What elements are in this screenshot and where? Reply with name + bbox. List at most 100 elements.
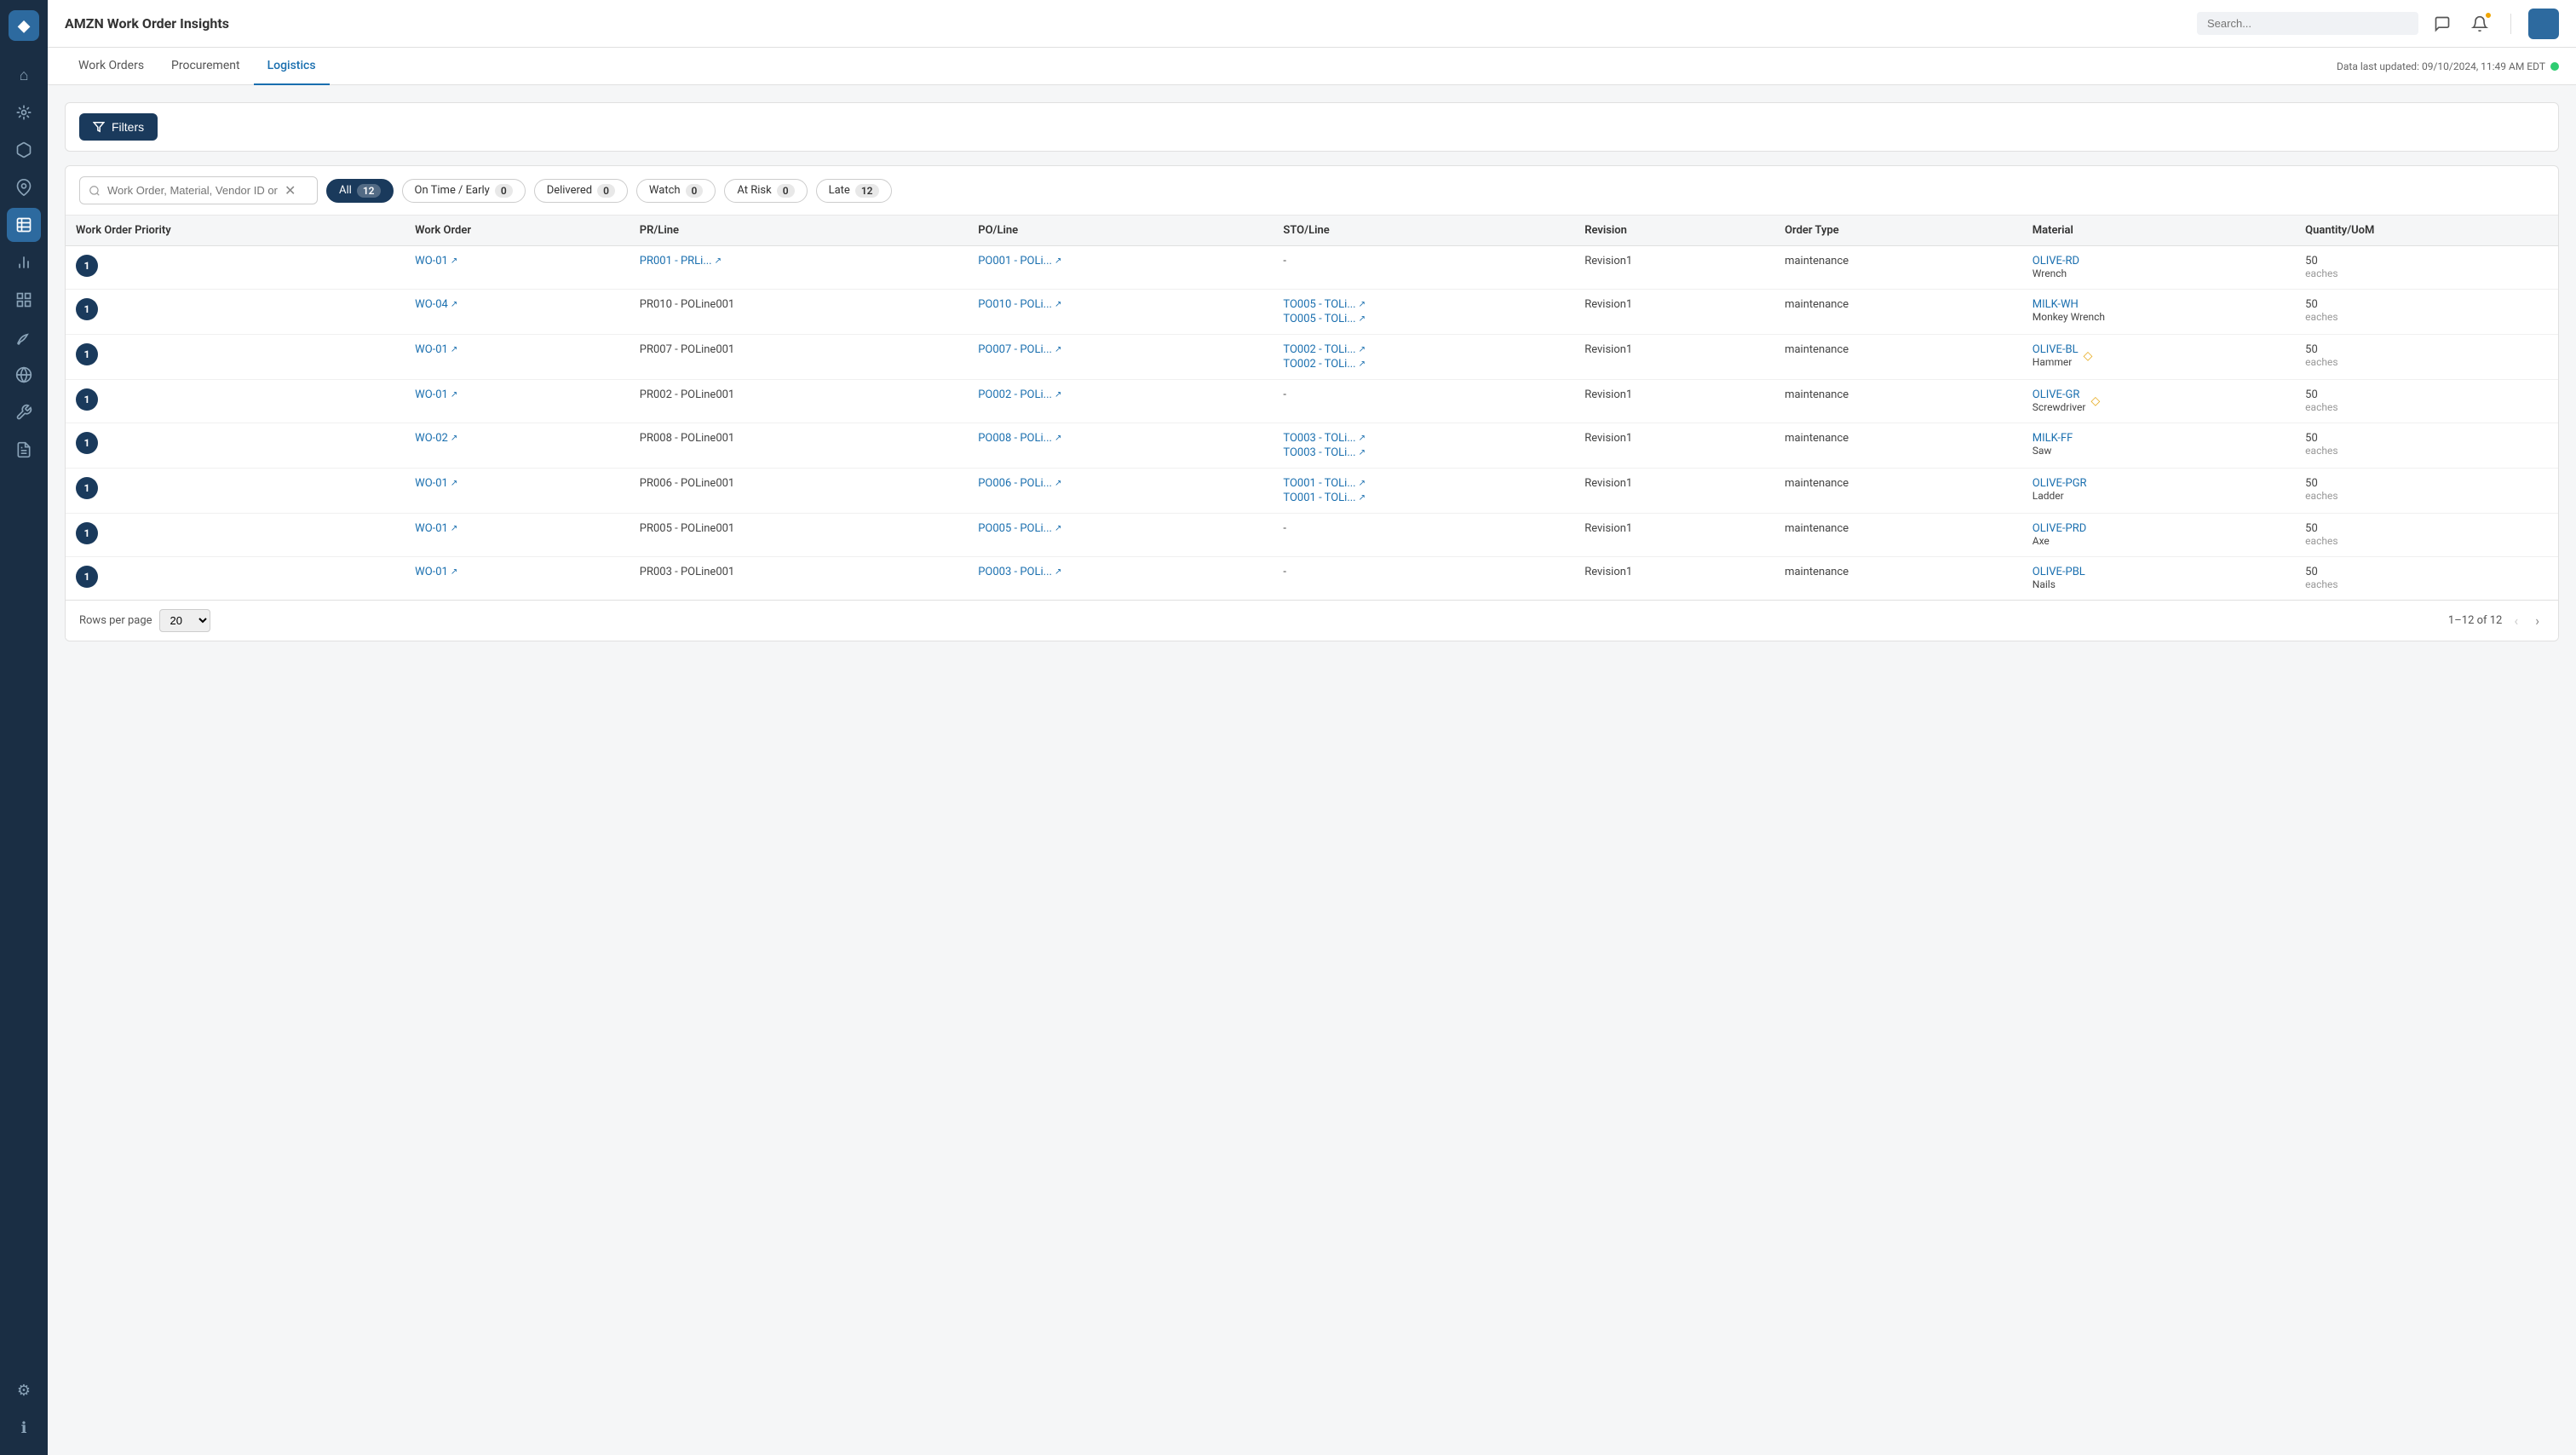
bell-icon[interactable] [2466,10,2493,37]
pr-line-link[interactable]: PR001 - PRLi... ↗ [640,255,957,267]
po-line-link[interactable]: PO001 - POLi... ↗ [978,255,1262,267]
search-input[interactable] [107,184,278,197]
rows-per-page-select[interactable]: 20 50 100 [159,609,210,632]
work-order-link[interactable]: WO-01 ↗ [415,388,619,401]
rows-per-page-control: Rows per page 20 50 100 [79,609,210,632]
work-order-link[interactable]: WO-01 ↗ [415,255,619,267]
sidebar-item-analytics[interactable] [7,95,41,129]
sto-link[interactable]: TO001 - TOLi... ↗ [1283,492,1564,504]
next-page-button[interactable]: › [2530,611,2544,630]
cell-revision: Revision1 [1574,290,1774,335]
work-order-link[interactable]: WO-01 ↗ [415,566,619,578]
external-link-icon: ↗ [1055,524,1061,533]
po-line-link[interactable]: PO006 - POLi... ↗ [978,477,1262,490]
material-code-link[interactable]: MILK-FF [2033,432,2073,445]
chat-icon[interactable] [2429,10,2456,37]
warning-icon: ◇ [2084,349,2093,363]
material-code-link[interactable]: OLIVE-RD [2033,255,2079,267]
sidebar-item-grid[interactable] [7,283,41,317]
sidebar-item-plugin[interactable] [7,395,41,429]
sidebar-item-location[interactable] [7,170,41,204]
cell-priority: 1 [66,290,405,335]
po-line-link[interactable]: PO007 - POLi... ↗ [978,343,1262,356]
cell-order-type: maintenance [1774,246,2022,290]
filter-chip-all[interactable]: All 12 [326,179,394,203]
cell-revision: Revision1 [1574,514,1774,557]
filter-chip-late[interactable]: Late 12 [816,179,892,203]
external-link-icon: ↗ [1055,300,1061,309]
po-line-link[interactable]: PO005 - POLi... ↗ [978,522,1262,535]
external-link-icon: ↗ [451,345,457,354]
work-order-link[interactable]: WO-01 ↗ [415,477,619,490]
prev-page-button[interactable]: ‹ [2509,611,2523,630]
material-code-link[interactable]: OLIVE-BL [2033,343,2079,356]
external-link-icon: ↗ [1055,256,1061,266]
sidebar-item-settings[interactable]: ⚙ [7,1373,41,1407]
material-name: Axe [2033,535,2086,547]
sto-links: TO003 - TOLi... ↗TO003 - TOLi... ↗ [1283,432,1564,459]
external-link-icon: ↗ [1055,434,1061,443]
tab-work-orders[interactable]: Work Orders [65,48,158,85]
uom-value: eaches [2305,535,2337,547]
uom-value: eaches [2305,267,2337,279]
cell-order-type: maintenance [1774,380,2022,423]
tab-logistics[interactable]: Logistics [254,48,330,85]
filters-button[interactable]: Filters [79,113,158,141]
cell-work-order: WO-01 ↗ [405,469,630,514]
sto-line-empty: - [1283,388,1286,401]
sidebar-item-globe[interactable] [7,358,41,392]
material-code-link[interactable]: OLIVE-PBL [2033,566,2085,578]
filter-chip-delivered[interactable]: Delivered 0 [534,179,628,203]
po-line-link[interactable]: PO010 - POLi... ↗ [978,298,1262,311]
work-order-link[interactable]: WO-04 ↗ [415,298,619,311]
cell-material: OLIVE-GR Screwdriver ◇ [2022,380,2295,423]
sidebar-item-leaf[interactable] [7,320,41,354]
filter-chip-at-risk[interactable]: At Risk 0 [724,179,807,203]
sidebar-item-info[interactable]: ℹ [7,1411,41,1445]
po-line-link[interactable]: PO002 - POLi... ↗ [978,388,1262,401]
cell-quantity: 50eaches [2295,514,2558,557]
app-title: AMZN Work Order Insights [65,15,229,32]
sto-link[interactable]: TO005 - TOLi... ↗ [1283,298,1564,311]
external-link-icon: ↗ [451,300,457,309]
sidebar-item-box[interactable] [7,133,41,167]
user-avatar[interactable] [2528,9,2559,39]
cell-order-type: maintenance [1774,423,2022,469]
tab-procurement[interactable]: Procurement [158,48,254,85]
work-order-link[interactable]: WO-01 ↗ [415,343,619,356]
sto-link[interactable]: TO003 - TOLi... ↗ [1283,446,1564,459]
topnav-search-input[interactable] [2197,12,2418,35]
material-code-link[interactable]: OLIVE-GR [2033,388,2086,401]
filter-chip-watch[interactable]: Watch 0 [636,179,716,203]
col-material: Material [2022,216,2295,246]
search-clear-button[interactable]: ✕ [285,182,296,198]
cell-po-line: PO008 - POLi... ↗ [968,423,1273,469]
material-code-link[interactable]: OLIVE-PRD [2033,522,2086,535]
sidebar-item-chart[interactable] [7,245,41,279]
sto-line-empty: - [1283,522,1286,535]
table-row: 1WO-01 ↗PR003 - POLine001PO003 - POLi...… [66,557,2558,601]
sto-link[interactable]: TO003 - TOLi... ↗ [1283,432,1564,445]
material-code-link[interactable]: OLIVE-PGR [2033,477,2087,490]
sidebar-item-report[interactable] [7,433,41,467]
filter-chip-on-time-early[interactable]: On Time / Early 0 [402,179,526,203]
col-revision: Revision [1574,216,1774,246]
sto-link[interactable]: TO001 - TOLi... ↗ [1283,477,1564,490]
sidebar-item-home[interactable]: ⌂ [7,58,41,92]
material-code-link[interactable]: MILK-WH [2033,298,2105,311]
po-line-link[interactable]: PO008 - POLi... ↗ [978,432,1262,445]
external-link-icon: ↗ [1359,479,1366,488]
app-logo[interactable]: ◆ [9,10,39,41]
work-order-link[interactable]: WO-02 ↗ [415,432,619,445]
sto-link[interactable]: TO002 - TOLi... ↗ [1283,343,1564,356]
page-info: 1–12 of 12 ‹ › [2448,611,2544,630]
topnav: AMZN Work Order Insights [48,0,2576,48]
pagination: Rows per page 20 50 100 1–12 of 12 ‹ › [66,600,2558,641]
sto-link[interactable]: TO002 - TOLi... ↗ [1283,358,1564,371]
rows-per-page-label: Rows per page [79,614,152,627]
sto-link[interactable]: TO005 - TOLi... ↗ [1283,313,1564,325]
sidebar-item-table[interactable] [7,208,41,242]
external-link-icon: ↗ [451,567,457,577]
po-line-link[interactable]: PO003 - POLi... ↗ [978,566,1262,578]
work-order-link[interactable]: WO-01 ↗ [415,522,619,535]
